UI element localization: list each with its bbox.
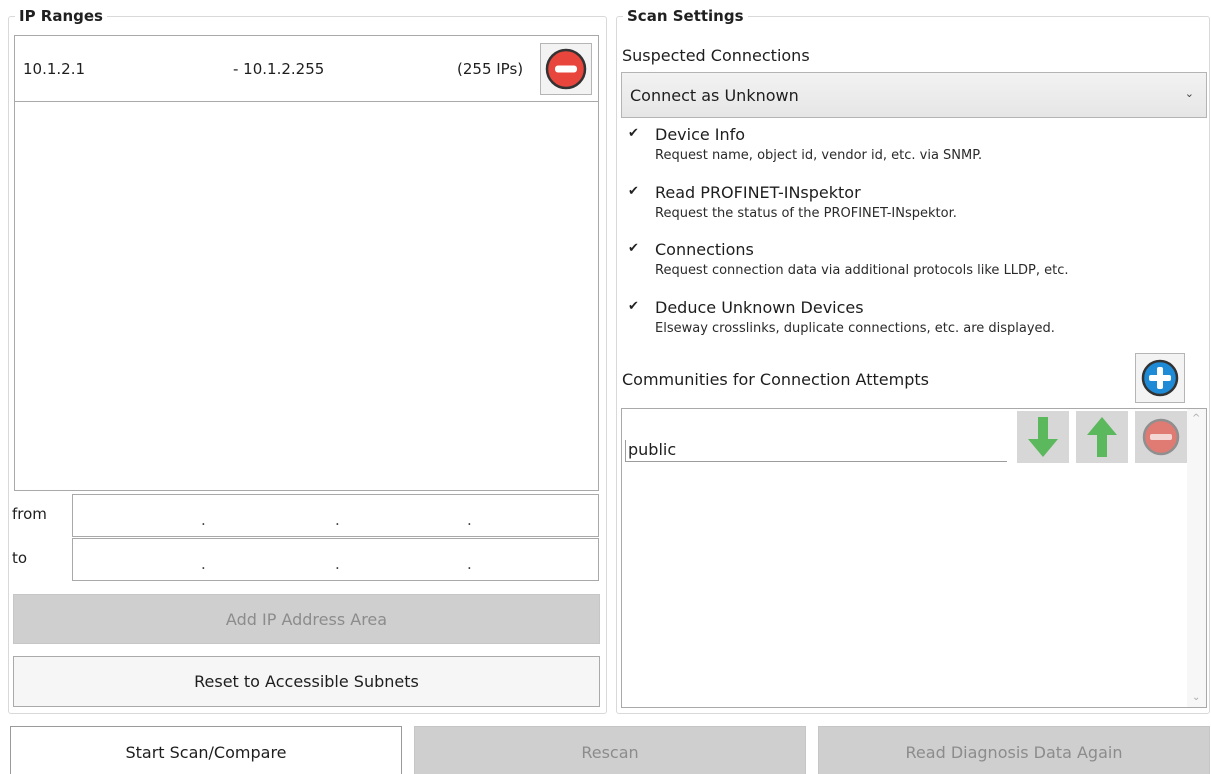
ip-range-list[interactable]: 10.1.2.1 - 10.1.2.255 (255 IPs)	[14, 35, 599, 491]
remove-community-button[interactable]	[1135, 411, 1187, 463]
checkbox-deduce-unknown[interactable]: ✔	[628, 300, 641, 313]
option-description: Request connection data via additional p…	[655, 263, 1069, 278]
suspected-connections-label: Suspected Connections	[622, 46, 810, 65]
from-ip-input[interactable]: . . .	[72, 494, 599, 537]
remove-ip-range-button[interactable]	[540, 43, 592, 95]
scroll-down-icon[interactable]: ⌄	[1192, 692, 1200, 703]
suspected-connections-select[interactable]: Connect as Unknown ⌄	[621, 72, 1207, 118]
option-title: Deduce Unknown Devices	[655, 298, 864, 317]
remove-icon	[1142, 418, 1180, 456]
option-description: Request name, object id, vendor id, etc.…	[655, 148, 983, 163]
move-down-button[interactable]	[1017, 411, 1069, 463]
to-label: to	[12, 549, 28, 567]
scroll-up-icon[interactable]: ^	[1192, 413, 1200, 424]
ip-separator: .	[467, 511, 472, 529]
move-up-button[interactable]	[1076, 411, 1128, 463]
chevron-down-icon: ⌄	[1184, 87, 1194, 100]
ip-range-end: - 10.1.2.255	[233, 60, 325, 78]
ip-range-count: (255 IPs)	[457, 60, 524, 78]
ip-range-start: 10.1.2.1	[23, 60, 86, 78]
checkbox-connections[interactable]: ✔	[628, 242, 641, 255]
ip-separator: .	[201, 555, 206, 573]
from-label: from	[12, 505, 47, 523]
read-diagnosis-button[interactable]: Read Diagnosis Data Again	[818, 726, 1210, 774]
plus-icon	[1141, 359, 1179, 397]
ip-ranges-title: IP Ranges	[15, 6, 107, 26]
option-description: Elseway crosslinks, duplicate connection…	[655, 321, 1055, 336]
scan-settings-title: Scan Settings	[623, 6, 748, 26]
add-community-button[interactable]	[1135, 353, 1185, 403]
to-ip-input[interactable]: . . .	[72, 538, 599, 581]
remove-icon	[545, 48, 587, 90]
option-title: Read PROFINET-INspektor	[655, 183, 861, 202]
checkbox-read-profinet[interactable]: ✔	[628, 185, 641, 198]
communities-scrollbar[interactable]: ^ ⌄	[1187, 409, 1206, 707]
arrow-up-icon	[1087, 417, 1117, 457]
rescan-button[interactable]: Rescan	[414, 726, 806, 774]
ip-separator: .	[467, 555, 472, 573]
ip-separator: .	[335, 511, 340, 529]
option-description: Request the status of the PROFINET-INspe…	[655, 206, 957, 221]
start-scan-compare-button[interactable]: Start Scan/Compare	[10, 726, 402, 774]
option-title: Connections	[655, 240, 754, 259]
arrow-down-icon	[1028, 417, 1058, 457]
ip-range-row[interactable]: 10.1.2.1 - 10.1.2.255 (255 IPs)	[15, 36, 598, 102]
community-input[interactable]: public	[625, 440, 1007, 462]
ip-separator: .	[335, 555, 340, 573]
add-ip-address-area-button[interactable]: Add IP Address Area	[13, 594, 600, 644]
checkbox-device-info[interactable]: ✔	[628, 127, 641, 140]
ip-separator: .	[201, 511, 206, 529]
reset-subnets-button[interactable]: Reset to Accessible Subnets	[13, 656, 600, 707]
suspected-connections-value: Connect as Unknown	[630, 86, 799, 105]
option-title: Device Info	[655, 125, 746, 144]
communities-label: Communities for Connection Attempts	[622, 370, 929, 389]
